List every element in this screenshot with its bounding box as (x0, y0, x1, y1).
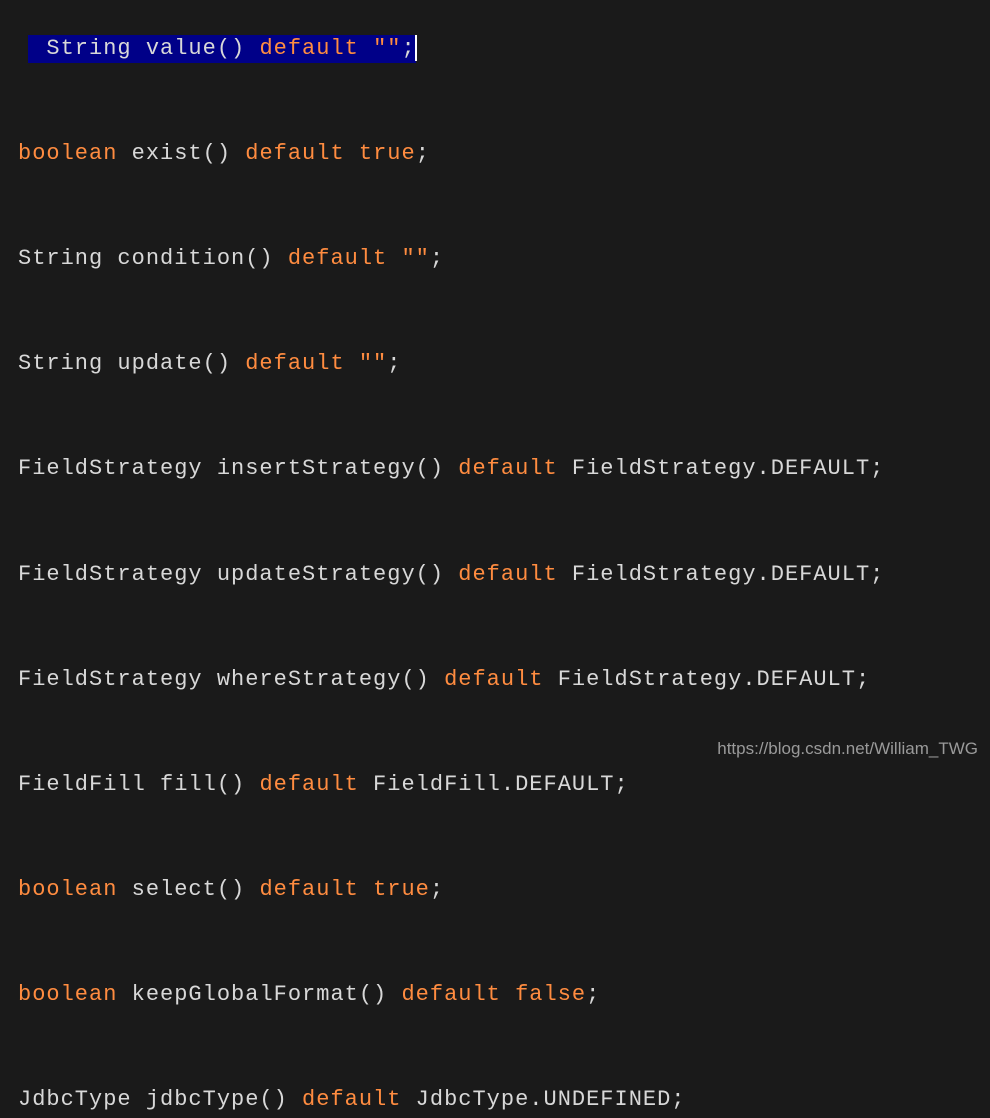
keyword-default: default (302, 1087, 401, 1112)
text-cursor (415, 35, 417, 61)
blank-line (0, 908, 990, 950)
code-text: FieldStrategy whereStrategy() (18, 667, 444, 692)
keyword-boolean: boolean (18, 982, 117, 1007)
semicolon: ; (387, 351, 401, 376)
keyword-default: default (259, 772, 358, 797)
code-text: FieldStrategy.DEFAULT; (544, 667, 871, 692)
code-text: String update() (18, 351, 245, 376)
blank-line (0, 803, 990, 845)
code-text: exist() (117, 141, 245, 166)
blank-line (0, 592, 990, 634)
code-text: JdbcType.UNDEFINED; (401, 1087, 685, 1112)
keyword-default: default (444, 667, 543, 692)
code-line: boolean select() default true; (0, 845, 990, 908)
string-literal: "" (345, 351, 388, 376)
blank-line (0, 697, 990, 739)
blank-line (0, 277, 990, 319)
keyword-default: default (259, 36, 358, 61)
watermark-text: https://blog.csdn.net/William_TWG (717, 738, 978, 760)
code-text: select() (117, 877, 259, 902)
keyword-default: default (288, 246, 387, 271)
code-line: JdbcType jdbcType() default JdbcType.UND… (0, 1055, 990, 1118)
blank-line (0, 66, 990, 108)
blank-line (0, 487, 990, 529)
code-line: String condition() default ""; (0, 213, 990, 276)
string-literal: "" (387, 246, 430, 271)
code-text: FieldStrategy insertStrategy() (18, 456, 458, 481)
code-text: FieldStrategy.DEFAULT; (558, 562, 885, 587)
keyword-false: false (515, 982, 586, 1007)
code-text: JdbcType jdbcType() (18, 1087, 302, 1112)
keyword-true: true (359, 141, 416, 166)
keyword-true: true (373, 877, 430, 902)
code-block: String value() default ""; boolean exist… (0, 0, 990, 1118)
keyword-default: default (458, 456, 557, 481)
semicolon: ; (430, 246, 444, 271)
keyword-default: default (401, 982, 500, 1007)
keyword-boolean: boolean (18, 141, 117, 166)
string-literal: "" (359, 36, 402, 61)
keyword-default: default (259, 877, 358, 902)
blank-line (0, 382, 990, 424)
keyword-default: default (245, 141, 344, 166)
code-line: FieldStrategy insertStrategy() default F… (0, 424, 990, 487)
semicolon: ; (401, 36, 415, 61)
code-text: String condition() (18, 246, 288, 271)
blank-line (0, 171, 990, 213)
blank-line (0, 1013, 990, 1055)
keyword-default: default (245, 351, 344, 376)
code-text: keepGlobalFormat() (117, 982, 401, 1007)
code-text: FieldStrategy.DEFAULT; (558, 456, 885, 481)
keyword-default: default (458, 562, 557, 587)
keyword-boolean: boolean (18, 877, 117, 902)
code-line: boolean exist() default true; (0, 108, 990, 171)
code-text: FieldFill.DEFAULT; (359, 772, 629, 797)
semicolon: ; (586, 982, 600, 1007)
code-line: String update() default ""; (0, 319, 990, 382)
code-text: FieldFill fill() (18, 772, 259, 797)
semicolon: ; (416, 141, 430, 166)
code-line: boolean keepGlobalFormat() default false… (0, 950, 990, 1013)
code-line: String value() default ""; (0, 0, 990, 66)
semicolon: ; (430, 877, 444, 902)
code-line: FieldStrategy whereStrategy() default Fi… (0, 634, 990, 697)
code-line: FieldStrategy updateStrategy() default F… (0, 529, 990, 592)
code-text: FieldStrategy updateStrategy() (18, 562, 458, 587)
code-text: String value() (46, 36, 259, 61)
